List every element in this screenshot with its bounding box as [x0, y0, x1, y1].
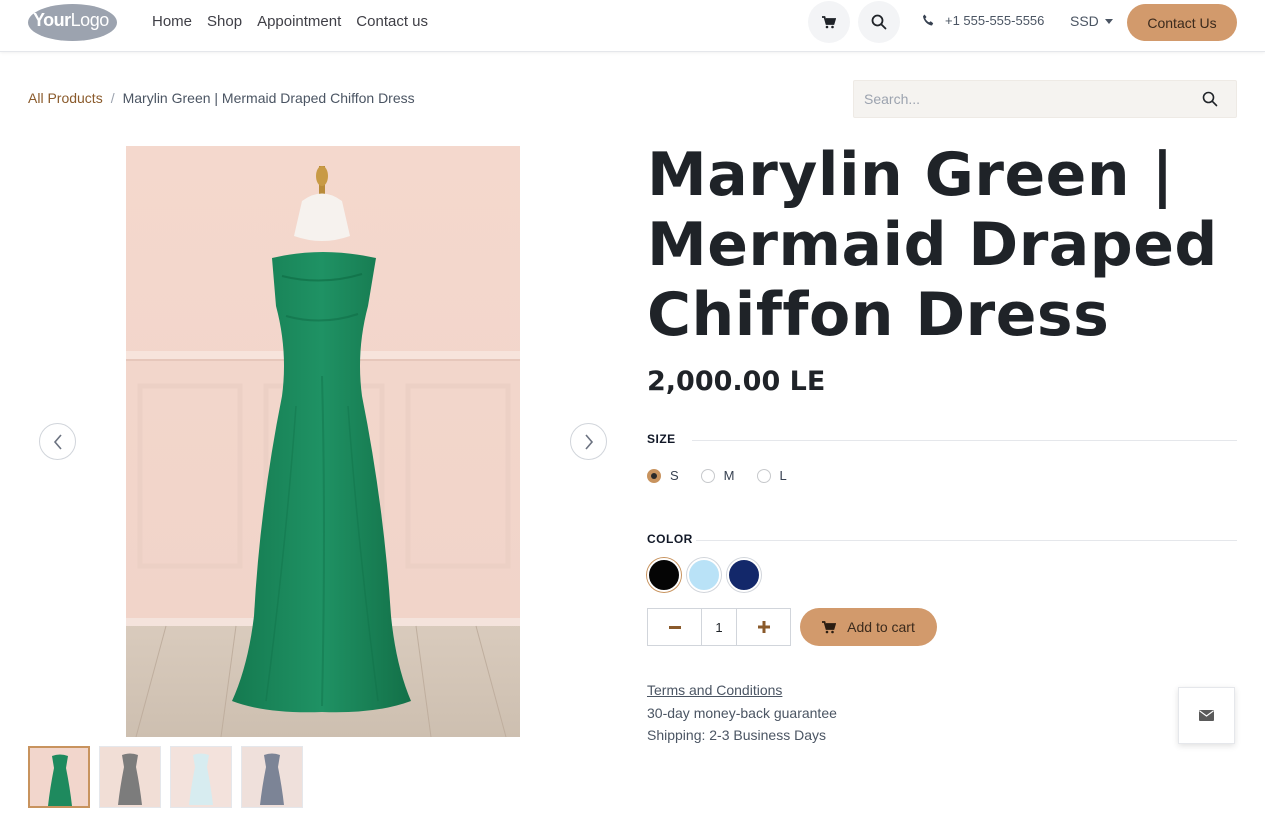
color-swatch-navy[interactable]: [727, 558, 761, 592]
product-main-image[interactable]: [126, 146, 520, 737]
phone-contact[interactable]: +1 555-555-5556: [922, 13, 1044, 28]
product-search: [853, 80, 1237, 118]
email-share-button[interactable]: [1178, 687, 1235, 744]
radio-icon: [700, 468, 715, 483]
chevron-left-icon: [53, 433, 62, 450]
logo-text[interactable]: YourLogo: [33, 10, 109, 31]
quantity-decrease-button[interactable]: [648, 609, 701, 645]
dress-illustration: [126, 146, 520, 737]
add-to-cart-button[interactable]: Add to cart: [800, 608, 937, 646]
carousel-prev-button[interactable]: [39, 423, 76, 460]
envelope-icon: [1199, 710, 1214, 721]
search-toggle-button[interactable]: [858, 1, 900, 43]
radio-selected-icon: [647, 468, 661, 483]
guarantee-text: 30-day money-back guarantee: [647, 705, 837, 721]
divider: [692, 440, 1237, 441]
product-price: 2,000.00 LE: [647, 366, 826, 397]
thumbnail-image: [100, 747, 160, 807]
nav-contact-us[interactable]: Contact us: [356, 13, 428, 30]
breadcrumb-separator: /: [110, 90, 115, 106]
thumbnail-1[interactable]: [28, 746, 90, 808]
thumbnail-2[interactable]: [99, 746, 161, 808]
breadcrumb: All Products / Marylin Green | Mermaid D…: [28, 90, 415, 106]
size-option-m[interactable]: M: [700, 468, 735, 483]
thumbnail-image: [30, 748, 88, 806]
site-header: YourLogo Home Shop Appointment Contact u…: [0, 0, 1265, 52]
breadcrumb-current: Marylin Green | Mermaid Draped Chiffon D…: [122, 90, 415, 106]
breadcrumb-all-products[interactable]: All Products: [28, 90, 103, 106]
thumbnail-strip: [28, 746, 303, 808]
size-options: S M L: [647, 468, 787, 483]
phone-number: +1 555-555-5556: [945, 13, 1045, 28]
shipping-text: Shipping: 2-3 Business Days: [647, 727, 826, 743]
cart-button[interactable]: [808, 1, 850, 43]
chevron-right-icon: [584, 433, 593, 450]
quantity-input[interactable]: 1: [701, 609, 737, 645]
search-icon: [871, 14, 887, 30]
thumbnail-4[interactable]: [241, 746, 303, 808]
quantity-increase-button[interactable]: [737, 609, 790, 645]
main-nav: Home Shop Appointment Contact us: [152, 13, 428, 30]
thumbnail-3[interactable]: [170, 746, 232, 808]
carousel-next-button[interactable]: [570, 423, 607, 460]
radio-icon: [756, 468, 771, 483]
color-options: [647, 558, 761, 592]
minus-icon: [668, 625, 681, 629]
size-label-l: L: [779, 468, 787, 483]
color-label: COLOR: [647, 532, 693, 546]
phone-icon: [923, 14, 934, 26]
size-option-l[interactable]: L: [756, 468, 787, 483]
size-option-s[interactable]: S: [647, 468, 679, 483]
size-label-m: M: [723, 468, 735, 483]
thumbnail-image: [242, 747, 302, 807]
quantity-stepper: 1: [647, 608, 791, 646]
product-title: Marylin Green | Mermaid Draped Chiffon D…: [647, 140, 1218, 350]
nav-home[interactable]: Home: [152, 13, 192, 30]
terms-link[interactable]: Terms and Conditions: [647, 682, 782, 698]
contact-us-button[interactable]: Contact Us: [1127, 4, 1237, 41]
nav-shop[interactable]: Shop: [207, 13, 242, 30]
cart-icon: [822, 620, 837, 633]
cart-icon: [822, 15, 836, 28]
search-input[interactable]: [864, 89, 1184, 109]
search-icon[interactable]: [1202, 91, 1218, 107]
color-swatch-light-blue[interactable]: [687, 558, 721, 592]
plus-icon: [757, 621, 770, 633]
size-label-s: S: [670, 468, 679, 483]
add-to-cart-label: Add to cart: [847, 619, 915, 635]
caret-down-icon: [1104, 18, 1113, 24]
currency-dropdown[interactable]: SSD: [1070, 13, 1113, 29]
nav-appointment[interactable]: Appointment: [257, 13, 341, 30]
currency-value: SSD: [1070, 13, 1099, 29]
size-label: SIZE: [647, 432, 676, 446]
thumbnail-image: [171, 747, 231, 807]
divider: [696, 540, 1237, 541]
color-swatch-black[interactable]: [647, 558, 681, 592]
